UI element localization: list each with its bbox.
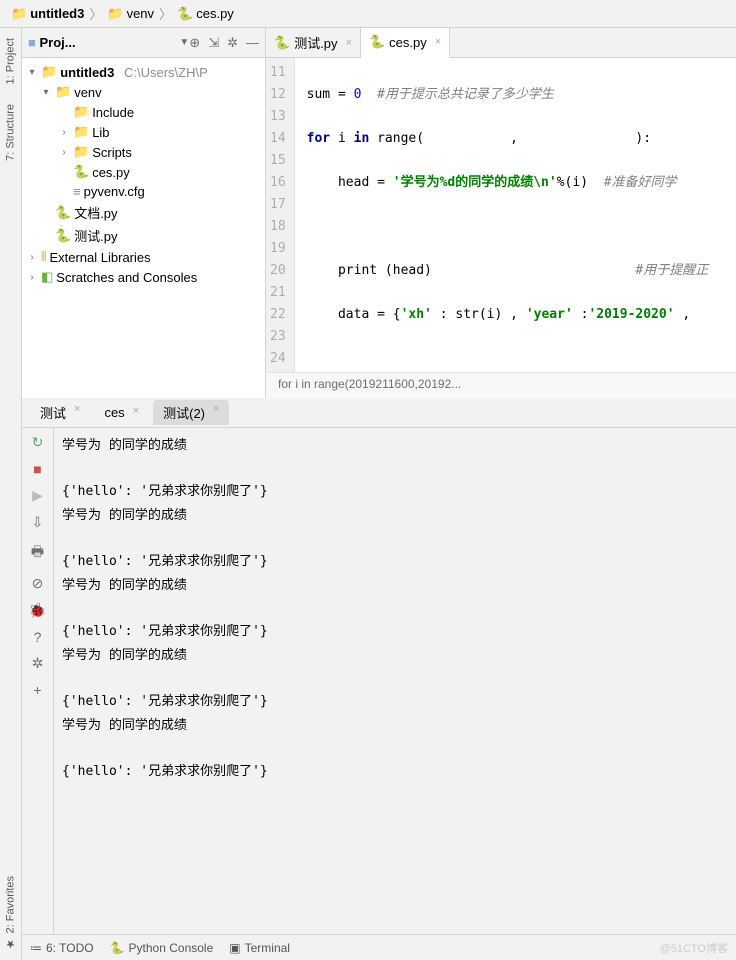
left-tool-strip: 1: Project 7: Structure ★2: Favorites (0, 28, 22, 960)
bottom-todo[interactable]: ≔6: TODO (30, 941, 94, 955)
tree-scratches[interactable]: ›◧Scratches and Consoles (22, 267, 265, 287)
tree-ceshi[interactable]: 🐍测试.py (22, 224, 265, 247)
tree-scripts[interactable]: ›📁Scripts (22, 142, 265, 162)
terminal-icon: ▣ (229, 941, 240, 955)
python-file-icon: 🐍 (274, 35, 290, 51)
breadcrumb-folder[interactable]: 📁venv (104, 6, 157, 22)
stop-icon[interactable]: ■ (33, 461, 41, 477)
tree-ces[interactable]: 🐍ces.py (22, 162, 265, 182)
chevron-right-icon: 〉 (89, 4, 102, 23)
breadcrumb-file[interactable]: 🐍ces.py (174, 6, 237, 22)
editor-breadcrumb[interactable]: for i in range(2019211600,20192... (266, 372, 736, 398)
help-icon[interactable]: ? (34, 629, 42, 645)
gutter: 1112131415161718192021222324 (266, 58, 295, 372)
editor-area: 🐍测试.py× 🐍ces.py× 11121314151617181920212… (266, 28, 736, 398)
rerun-icon[interactable]: ↻ (32, 434, 44, 451)
print-icon[interactable]: 🖶 (31, 541, 44, 565)
project-tree: ▾📁untitled3 C:\Users\ZH\P ▾📁venv 📁Includ… (22, 58, 265, 398)
tree-root[interactable]: ▾📁untitled3 C:\Users\ZH\P (22, 62, 265, 82)
close-icon[interactable]: × (133, 405, 139, 420)
folder-icon: 📁 (107, 6, 123, 22)
folder-icon: 📁 (11, 6, 27, 22)
settings-icon[interactable]: ✲ (32, 655, 44, 672)
tree-pyvenv[interactable]: ≡pyvenv.cfg (22, 182, 265, 201)
breadcrumb-project[interactable]: 📁untitled3 (8, 6, 87, 22)
python-icon: 🐍 (110, 941, 125, 955)
python-file-icon: 🐍 (177, 6, 193, 22)
watermark: @51CTO博客 (660, 940, 728, 956)
bottom-toolbar: ≔6: TODO 🐍Python Console ▣Terminal @51CT… (22, 934, 736, 960)
side-tab-favorites[interactable]: ★2: Favorites (0, 866, 21, 960)
hide-icon[interactable]: — (246, 35, 259, 51)
bottom-python-console[interactable]: 🐍Python Console (110, 941, 214, 955)
project-panel: ■ Proj... ▼ ⊕ ⇲ ✲ — ▾📁untitled3 C:\Users… (22, 28, 266, 398)
tree-venv[interactable]: ▾📁venv (22, 82, 265, 102)
close-icon[interactable]: × (435, 36, 441, 48)
side-tab-structure[interactable]: 7: Structure (0, 94, 21, 171)
close-icon[interactable]: × (346, 37, 352, 49)
link-icon[interactable]: ⊘ (32, 575, 44, 592)
python-file-icon: 🐍 (369, 34, 385, 50)
add-icon[interactable]: + (33, 682, 41, 698)
breadcrumb: 📁untitled3 〉 📁venv 〉 🐍ces.py (0, 0, 736, 28)
target-icon[interactable]: ⊕ (189, 35, 200, 51)
editor-tab-ces[interactable]: 🐍ces.py× (361, 28, 450, 58)
panel-title: Proj... (39, 35, 179, 50)
play-icon[interactable]: ▶ (32, 487, 43, 504)
console-output[interactable]: 学号为 的同学的成绩 {'hello': '兄弟求求你别爬了'} 学号为 的同学… (54, 428, 736, 934)
run-tab-2[interactable]: ces× (94, 402, 149, 423)
bottom-terminal[interactable]: ▣Terminal (229, 941, 290, 955)
settings-icon[interactable]: ✲ (227, 35, 238, 51)
close-icon[interactable]: × (213, 403, 219, 422)
side-tab-project[interactable]: 1: Project (0, 28, 21, 94)
bug-icon[interactable]: 🐞 (29, 602, 46, 619)
chevron-down-icon[interactable]: ▼ (179, 37, 189, 48)
run-tab-1[interactable]: 测试× (30, 400, 90, 425)
tree-include[interactable]: 📁Include (22, 102, 265, 122)
tree-lib[interactable]: ›📁Lib (22, 122, 265, 142)
folder-icon: ■ (28, 35, 36, 50)
run-tabs: 测试× ces× 测试(2)× (22, 398, 736, 428)
code-editor[interactable]: 1112131415161718192021222324 sum = 0 #用于… (266, 58, 736, 372)
editor-tabs: 🐍测试.py× 🐍ces.py× (266, 28, 736, 58)
editor-tab-ceshi[interactable]: 🐍测试.py× (266, 28, 361, 57)
list-icon: ≔ (30, 941, 42, 955)
chevron-right-icon: 〉 (159, 4, 172, 23)
collapse-icon[interactable]: ⇲ (208, 35, 219, 51)
download-icon[interactable]: ⇩ (32, 514, 44, 531)
close-icon[interactable]: × (74, 403, 80, 422)
run-toolbar: ↻ ■ ▶ ⇩ 🖶 ⊘ 🐞 ? ✲ + (22, 428, 54, 934)
tree-wendang[interactable]: 🐍文档.py (22, 201, 265, 224)
run-tab-3[interactable]: 测试(2)× (153, 400, 229, 425)
tree-external[interactable]: ›⫴External Libraries (22, 247, 265, 267)
